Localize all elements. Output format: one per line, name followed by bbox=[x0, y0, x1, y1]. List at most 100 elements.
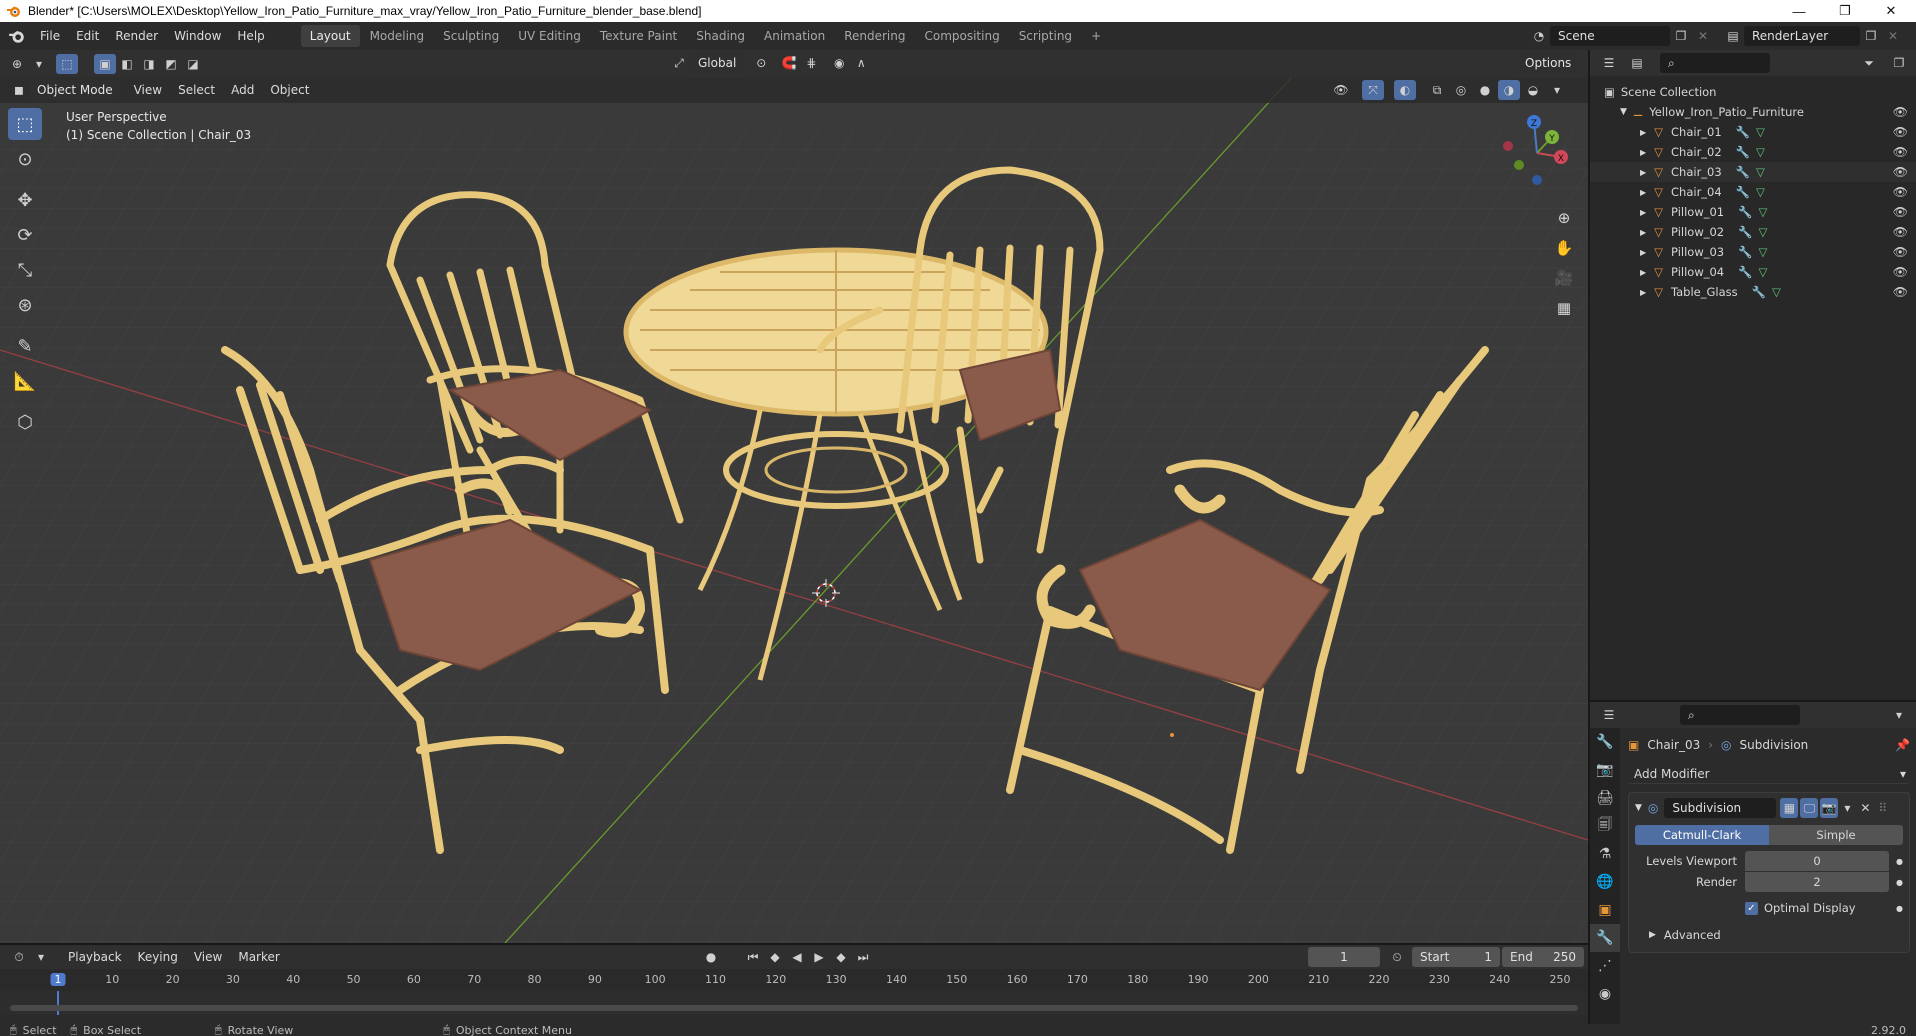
world-tab-icon[interactable]: 🌐 bbox=[1590, 868, 1620, 896]
expand-arrow-icon[interactable]: ▶ bbox=[1640, 168, 1646, 177]
scene-icon[interactable]: ◔ bbox=[1528, 26, 1550, 46]
simple-option[interactable]: Simple bbox=[1769, 825, 1903, 845]
current-frame-field[interactable]: 1 bbox=[1308, 947, 1380, 967]
timeline-menu-marker[interactable]: Marker bbox=[230, 945, 287, 969]
tab-scripting[interactable]: Scripting bbox=[1010, 25, 1081, 47]
mesh-data-icon[interactable]: ▽ bbox=[1756, 185, 1765, 199]
tab-modeling[interactable]: Modeling bbox=[361, 25, 434, 47]
outliner-item-pillow_02[interactable]: ▶ ▽ Pillow_02 🔧 ▽ 👁 bbox=[1590, 222, 1916, 242]
outliner-item-pillow_03[interactable]: ▶ ▽ Pillow_03 🔧 ▽ 👁 bbox=[1590, 242, 1916, 262]
properties-editor-icon[interactable]: ☰ bbox=[1598, 705, 1620, 725]
timeline-dropdown-icon[interactable]: ▾ bbox=[30, 947, 52, 967]
measure-tool-icon[interactable]: 📐 bbox=[8, 365, 42, 397]
new-collection-icon[interactable]: ❐ bbox=[1888, 53, 1910, 73]
timeline-editor-icon[interactable]: ⏱ bbox=[8, 947, 30, 967]
render-tab-icon[interactable]: 📷 bbox=[1590, 756, 1620, 784]
modifier-wrench-icon[interactable]: 🔧 bbox=[1736, 145, 1750, 159]
expand-arrow-icon[interactable]: ▶ bbox=[1649, 930, 1656, 940]
outliner-item-chair_02[interactable]: ▶ ▽ Chair_02 🔧 ▽ 👁 bbox=[1590, 142, 1916, 162]
solid-shading-icon[interactable]: ● bbox=[1474, 80, 1496, 100]
play-reverse-icon[interactable]: ◀ bbox=[786, 947, 808, 967]
scene-collection-row[interactable]: ▣ Scene Collection bbox=[1590, 82, 1916, 102]
add-modifier-dropdown[interactable]: Add Modifier ▾ bbox=[1628, 764, 1910, 784]
transform-tool-icon[interactable]: ⊛ bbox=[8, 289, 42, 321]
levels-viewport-field[interactable]: 0 bbox=[1745, 851, 1889, 871]
modifier-wrench-icon[interactable]: 🔧 bbox=[1738, 225, 1752, 239]
expand-arrow-icon[interactable]: ▶ bbox=[1640, 208, 1646, 217]
tab-sculpting[interactable]: Sculpting bbox=[434, 25, 508, 47]
scene-tab-icon[interactable]: ⚗ bbox=[1590, 840, 1620, 868]
pin-icon[interactable]: 📌 bbox=[1895, 738, 1910, 752]
transform-orientation-icon[interactable]: ⤢ bbox=[668, 53, 690, 73]
3d-viewport[interactable]: X Y Z ⊕ ▾ ⬚ ▣ ◧ ◨ ◩ ◪ ⤢ Global ⊙ 🧲 ⋕ ◉ ∧… bbox=[0, 50, 1588, 943]
view-layer-tab-icon[interactable]: 🗐 bbox=[1590, 812, 1620, 840]
overlay-toggle-icon[interactable]: ◐ bbox=[1394, 80, 1416, 100]
select-mode-subtract-icon[interactable]: ◨ bbox=[138, 54, 160, 74]
collection-row[interactable]: ▼ ⚊ Yellow_Iron_Patio_Furniture 👁 bbox=[1590, 102, 1916, 122]
edit-mode-toggle-icon[interactable]: ▦ bbox=[1780, 798, 1799, 818]
select-mode-invert-icon[interactable]: ◩ bbox=[160, 54, 182, 74]
move-tool-icon[interactable]: ✥ bbox=[8, 184, 42, 216]
keyframe-area[interactable] bbox=[0, 991, 1588, 1015]
visibility-eye-icon[interactable]: 👁 bbox=[1893, 225, 1908, 239]
prev-keyframe-icon[interactable]: ◆ bbox=[764, 947, 786, 967]
display-mode-icon[interactable]: ▤ bbox=[1626, 53, 1648, 73]
properties-options-icon[interactable]: ▾ bbox=[1888, 705, 1910, 725]
mesh-data-icon[interactable]: ▽ bbox=[1756, 165, 1765, 179]
rendered-shading-icon[interactable]: ◒ bbox=[1522, 80, 1544, 100]
pivot-point-icon[interactable]: ⊙ bbox=[750, 53, 772, 73]
modifier-tab-icon[interactable]: 🔧 bbox=[1590, 924, 1620, 952]
shading-options-icon[interactable]: ▾ bbox=[1546, 80, 1568, 100]
new-layer-icon[interactable]: ❐ bbox=[1860, 26, 1882, 46]
jump-end-icon[interactable]: ⏭ bbox=[852, 947, 874, 967]
visibility-eye-icon[interactable]: 👁 bbox=[1893, 145, 1908, 159]
play-icon[interactable]: ▶ bbox=[808, 947, 830, 967]
tab-animation[interactable]: Animation bbox=[755, 25, 834, 47]
visibility-eye-icon[interactable]: 👁 bbox=[1893, 185, 1908, 199]
visibility-eye-icon[interactable]: 👁 bbox=[1893, 245, 1908, 259]
visibility-eye-icon[interactable]: 👁 bbox=[1893, 285, 1908, 299]
add-cube-tool-icon[interactable]: ⬡ bbox=[8, 406, 42, 438]
expand-arrow-icon[interactable]: ▶ bbox=[1640, 228, 1646, 237]
outliner-search-input[interactable]: ⌕ bbox=[1660, 53, 1770, 73]
select-mode-new-icon[interactable]: ▣ bbox=[94, 53, 116, 74]
modifier-collapse-icon[interactable]: ▼ bbox=[1635, 803, 1642, 813]
pan-hand-icon[interactable]: ✋ bbox=[1551, 235, 1577, 261]
outliner-editor-icon[interactable]: ☰ bbox=[1598, 53, 1620, 73]
object-tab-icon[interactable]: ▣ bbox=[1590, 896, 1620, 924]
select-mode-extend-icon[interactable]: ◧ bbox=[116, 54, 138, 74]
modifier-wrench-icon[interactable]: 🔧 bbox=[1738, 245, 1752, 259]
remove-modifier-icon[interactable]: ✕ bbox=[1856, 798, 1874, 818]
wireframe-shading-icon[interactable]: ◎ bbox=[1450, 80, 1472, 100]
tab-shading[interactable]: Shading bbox=[687, 25, 754, 47]
outliner-item-chair_04[interactable]: ▶ ▽ Chair_04 🔧 ▽ 👁 bbox=[1590, 182, 1916, 202]
visibility-eye-icon[interactable]: 👁 bbox=[1893, 105, 1908, 119]
catmull-clark-option[interactable]: Catmull-Clark bbox=[1635, 825, 1769, 845]
optimal-display-checkbox[interactable]: ✓ bbox=[1745, 901, 1758, 915]
object-mode-dropdown[interactable]: Object Mode bbox=[30, 80, 120, 100]
xray-icon[interactable]: ⧉ bbox=[1426, 80, 1448, 100]
modifier-wrench-icon[interactable]: 🔧 bbox=[1738, 205, 1752, 219]
mesh-data-icon[interactable]: ▽ bbox=[1772, 285, 1781, 299]
visibility-eye-icon[interactable]: 👁 bbox=[1893, 265, 1908, 279]
blender-menu-icon[interactable] bbox=[8, 28, 26, 44]
annotate-tool-icon[interactable]: ✎ bbox=[8, 330, 42, 362]
zoom-icon[interactable]: ⊕ bbox=[1551, 205, 1577, 231]
gizmo-toggle-icon[interactable]: ⤧ bbox=[1362, 80, 1384, 100]
material-shading-icon[interactable]: ◑ bbox=[1498, 80, 1520, 100]
visibility-eye-icon[interactable]: 👁 bbox=[1893, 165, 1908, 179]
modifier-wrench-icon[interactable]: 🔧 bbox=[1752, 285, 1766, 299]
select-tool-icon[interactable]: ⬚ bbox=[8, 108, 42, 140]
camera-view-icon[interactable]: 🎥 bbox=[1551, 265, 1577, 291]
menu-render[interactable]: Render bbox=[107, 22, 166, 50]
timeline-scrollbar[interactable] bbox=[10, 1005, 1578, 1011]
playhead[interactable] bbox=[57, 991, 59, 1015]
menu-window[interactable]: Window bbox=[166, 22, 229, 50]
mesh-data-icon[interactable]: ▽ bbox=[1756, 145, 1765, 159]
record-icon[interactable]: ● bbox=[700, 947, 722, 967]
expand-arrow-icon[interactable]: ▶ bbox=[1640, 188, 1646, 197]
add-workspace-button[interactable]: + bbox=[1082, 25, 1110, 47]
tab-uv-editing[interactable]: UV Editing bbox=[509, 25, 590, 47]
filter-icon[interactable]: ⏷ bbox=[1858, 53, 1880, 73]
mesh-data-icon[interactable]: ▽ bbox=[1758, 225, 1767, 239]
